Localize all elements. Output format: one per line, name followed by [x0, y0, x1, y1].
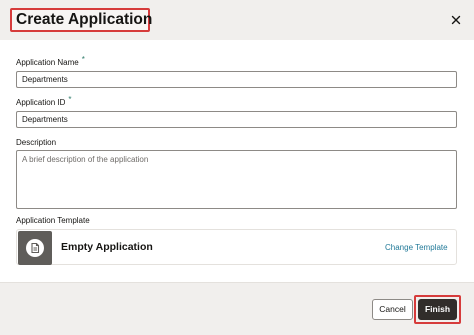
template-icon-tile: [18, 231, 52, 265]
description-label: Description: [16, 138, 57, 147]
template-name: Empty Application: [61, 241, 153, 253]
app-name-field[interactable]: Departments: [16, 71, 457, 88]
close-icon[interactable]: [448, 12, 464, 28]
app-id-label: Application ID *: [16, 95, 72, 107]
finish-button[interactable]: Finish: [418, 299, 457, 320]
app-name-label: Application Name *: [16, 55, 85, 67]
app-id-value: Departments: [22, 115, 68, 124]
document-template-icon: [26, 239, 44, 257]
template-card: Empty Application Change Template: [16, 229, 457, 265]
cancel-button[interactable]: Cancel: [372, 299, 413, 320]
required-marker: *: [81, 55, 85, 64]
required-marker: *: [68, 95, 72, 104]
app-name-value: Departments: [22, 75, 68, 84]
create-application-dialog: Create Application Application Name * Dep…: [0, 0, 474, 335]
title-highlight: Create Application: [10, 8, 153, 32]
template-label: Application Template: [16, 216, 90, 225]
description-field[interactable]: A brief description of the application: [16, 150, 457, 209]
app-id-field[interactable]: Departments: [16, 111, 457, 128]
dialog-footer: Cancel Finish: [0, 282, 474, 335]
description-placeholder: A brief description of the application: [22, 155, 149, 164]
dialog-title: Create Application: [16, 11, 153, 28]
change-template-link[interactable]: Change Template: [385, 243, 448, 252]
dialog-header: Create Application: [0, 0, 474, 40]
dialog-body: Application Name * Departments Applicatio…: [0, 40, 474, 282]
